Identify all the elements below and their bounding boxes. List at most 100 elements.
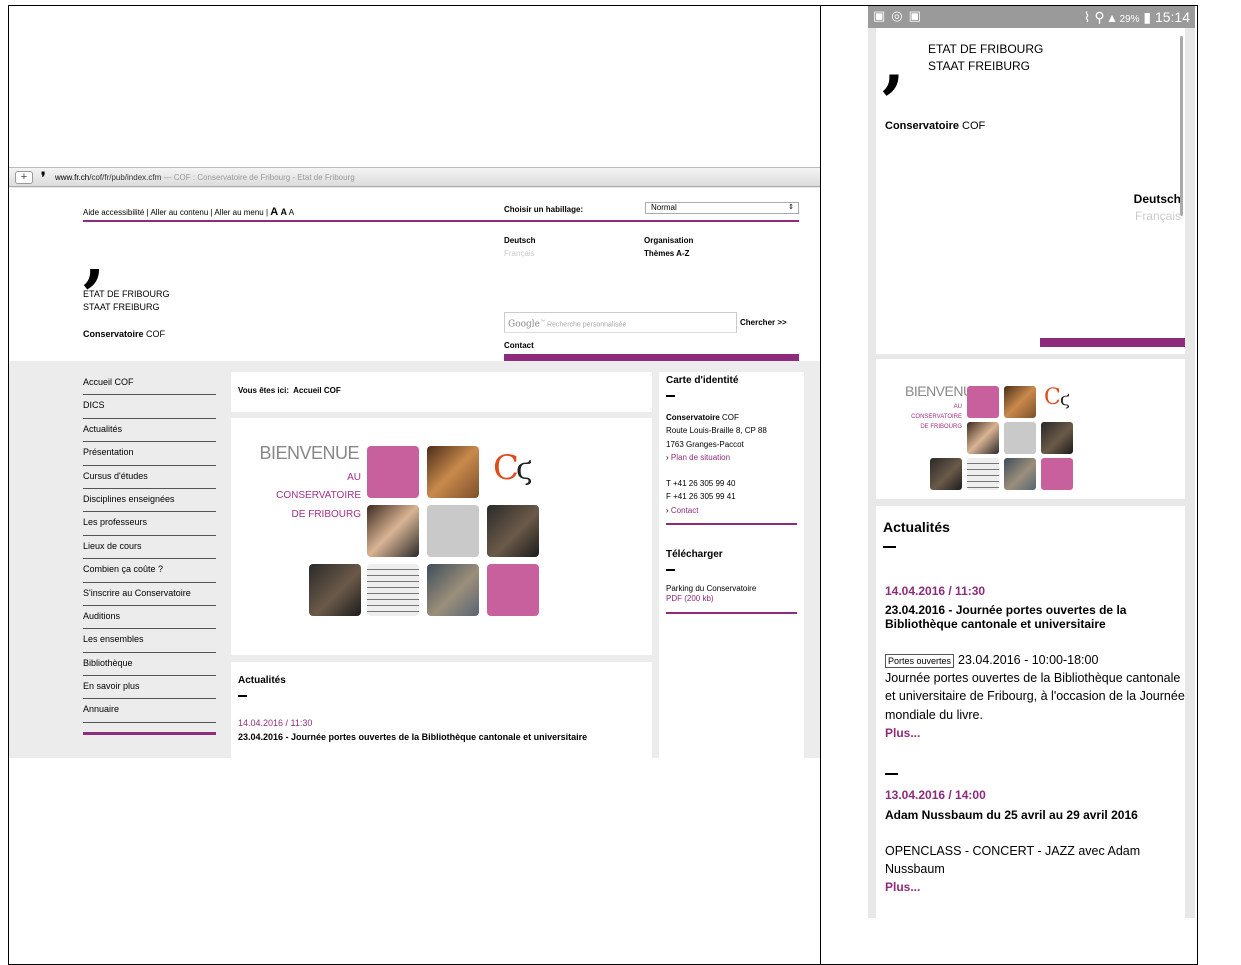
card-contact-link[interactable]: › Contact bbox=[666, 504, 767, 517]
news-tag[interactable]: Portes ouvertes bbox=[885, 654, 955, 668]
state-name-fr: ETAT DE FRIBOURG bbox=[928, 42, 1044, 56]
sidebar-item[interactable]: Les ensembles bbox=[83, 629, 216, 653]
mobile-header: , ETAT DE FRIBOURG STAAT FREIBURG Conserv… bbox=[876, 28, 1185, 354]
skin-select-value: Normal bbox=[651, 203, 677, 212]
link-themes[interactable]: Thèmes A-Z bbox=[644, 249, 690, 258]
site-name[interactable]: Conservatoire COF bbox=[885, 120, 985, 132]
link-organisation[interactable]: Organisation bbox=[644, 236, 693, 245]
tile-pink bbox=[487, 564, 539, 616]
site-name-suffix: COF bbox=[958, 120, 986, 132]
news-date: 14.04.2016 / 11:30 bbox=[238, 718, 313, 728]
clef-icon: ϛ bbox=[1060, 389, 1071, 410]
download-pdf-link[interactable]: PDF (200 kb) bbox=[666, 594, 756, 604]
state-name-de: STAAT FREIBURG bbox=[83, 302, 160, 312]
sidebar-nav: Accueil COF DICS Actualités Présentation Cur… bbox=[83, 372, 216, 735]
accessibility-links: Aide accessibilité | Aller au contenu | … bbox=[83, 206, 294, 218]
sidebar-item[interactable]: Cursus d'études bbox=[83, 466, 216, 489]
download-rule bbox=[666, 612, 797, 614]
sidebar-item[interactable]: En savoir plus bbox=[83, 676, 216, 700]
sidebar-item[interactable]: Lieux de cours bbox=[83, 536, 216, 560]
battery-level: 29% bbox=[1119, 14, 1140, 25]
sidebar-item[interactable]: Actualités bbox=[83, 419, 216, 443]
news-heading: Actualités bbox=[883, 519, 950, 535]
fribourg-logo-icon[interactable]: , bbox=[882, 29, 905, 95]
dash bbox=[238, 695, 247, 697]
header-accent-bar bbox=[504, 354, 799, 361]
search-button[interactable]: Chercher >> bbox=[740, 318, 787, 327]
skin-label: Choisir un habillage: bbox=[504, 205, 584, 214]
link-aide-accessibilite[interactable]: Aide accessibilité bbox=[83, 208, 144, 217]
breadcrumb-current: Accueil COF bbox=[293, 386, 341, 395]
scrollbar[interactable] bbox=[1180, 36, 1183, 216]
dash bbox=[666, 569, 675, 571]
plan-link-text: Plan de situation bbox=[670, 452, 731, 462]
sidebar-item[interactable]: Accueil COF bbox=[83, 372, 216, 396]
lang-francais: Français bbox=[504, 249, 535, 258]
card-address-line1: Route Louis-Braille 8, CP 88 bbox=[666, 426, 767, 436]
sidebar-item[interactable]: Bibliothèque bbox=[83, 653, 216, 677]
news-more-link[interactable]: Plus... bbox=[885, 880, 920, 894]
link-aller-contenu[interactable]: Aller au contenu bbox=[150, 208, 208, 217]
contact-link-text: Contact bbox=[670, 505, 699, 515]
news-title-link[interactable]: Adam Nussbaum du 25 avril au 29 avril 20… bbox=[885, 808, 1180, 822]
news-text: Journée portes ouvertes de la Bibliothèq… bbox=[885, 671, 1185, 722]
sidebar-item[interactable]: DICS bbox=[83, 395, 216, 419]
clef-icon: ϛ bbox=[516, 452, 533, 487]
site-name-bold: Conservatoire bbox=[885, 120, 959, 132]
select-arrows-icon: ⇕ bbox=[788, 204, 794, 211]
tile-pink bbox=[967, 386, 999, 418]
welcome-line-conservatoire: CONSERVATOIRE bbox=[276, 490, 361, 501]
address-bar[interactable]: + ❜ www.fr.ch/cof/fr/pub/index.cfm — COF… bbox=[9, 167, 820, 187]
news-title-link[interactable]: 23.04.2016 - Journée portes ouvertes de … bbox=[238, 732, 587, 742]
tile-sax-photo bbox=[1004, 458, 1036, 490]
news-body: Portes ouvertes 23.04.2016 - 10:00-18:00 J… bbox=[885, 651, 1185, 724]
news-more-link[interactable]: Plus... bbox=[885, 726, 920, 740]
sidebar-item[interactable]: Combien ça coûte ? bbox=[83, 559, 216, 583]
news-title-link[interactable]: 23.04.2016 - Journée portes ouvertes de … bbox=[885, 603, 1180, 631]
card-plan-link[interactable]: › Plan de situation bbox=[666, 451, 767, 464]
tile-score-photo bbox=[367, 564, 419, 616]
state-name: ETAT DE FRIBOURG STAAT FREIBURG bbox=[83, 288, 170, 314]
card-heading: Carte d'identité bbox=[666, 375, 739, 386]
google-brand: Google bbox=[508, 319, 540, 330]
tile-guitar-photo bbox=[427, 446, 479, 498]
news-lead: 23.04.2016 - 10:00-18:00 bbox=[958, 653, 1099, 667]
card-address-line2: 1763 Granges-Paccot bbox=[666, 439, 744, 449]
font-size-medium[interactable]: A bbox=[280, 207, 287, 217]
sidebar-item[interactable]: Annuaire bbox=[83, 699, 216, 723]
tile-violin-photo bbox=[487, 505, 539, 557]
search-input[interactable]: Google™ Recherche personnalisée bbox=[504, 312, 737, 333]
sidebar-item[interactable]: Présentation bbox=[83, 442, 216, 466]
mobile-screen: ▣◎▣ ⌇ ⚲ ▴ 29% ▮ 15:14 , ETAT DE FRIBOURG… bbox=[868, 6, 1195, 918]
welcome-banner: BIENVENUE AU CONSERVATOIRE DE FRIBOURG C… bbox=[876, 359, 1185, 499]
news-list: 14.04.2016 / 11:30 23.04.2016 - Journée … bbox=[876, 574, 1185, 918]
news-section: Actualités 14.04.2016 / 11:30 23.04.2016… bbox=[231, 662, 652, 758]
link-contact[interactable]: Contact bbox=[504, 341, 534, 350]
sidebar-item[interactable]: Auditions bbox=[83, 606, 216, 630]
desktop-browser: + ❜ www.fr.ch/cof/fr/pub/index.cfm — COF… bbox=[9, 167, 820, 758]
breadcrumb-label: Vous êtes ici: bbox=[238, 386, 289, 395]
font-size-small[interactable]: A bbox=[289, 208, 294, 217]
sidebar-item[interactable]: Les professeurs bbox=[83, 512, 216, 536]
skin-select[interactable]: Normal ⇕ bbox=[645, 202, 799, 214]
new-tab-button[interactable]: + bbox=[15, 171, 33, 184]
lang-deutsch[interactable]: Deutsch bbox=[1134, 192, 1181, 206]
url-text[interactable]: www.fr.ch/cof/fr/pub/index.cfm — COF : C… bbox=[55, 173, 355, 182]
card-name-bold: Conservatoire bbox=[666, 413, 720, 422]
header-rule bbox=[83, 220, 799, 222]
link-aller-menu[interactable]: Aller au menu bbox=[214, 208, 263, 217]
sidebar-item[interactable]: Disciplines enseignées bbox=[83, 489, 216, 513]
search-placeholder: Recherche personnalisée bbox=[546, 321, 627, 329]
sidebar-item[interactable]: S'inscrire au Conservatoire bbox=[83, 583, 216, 606]
welcome-line-conservatoire: CONSERVATOIRE bbox=[911, 414, 962, 420]
lang-deutsch[interactable]: Deutsch bbox=[504, 236, 536, 245]
tile-drum-photo bbox=[930, 458, 962, 490]
right-column: Carte d'identité Conservatoire COF Route… bbox=[659, 372, 804, 758]
tile-grey bbox=[1004, 422, 1036, 454]
header-accent-bar bbox=[1040, 338, 1185, 347]
news-date: 14.04.2016 / 11:30 bbox=[885, 584, 986, 598]
news-date: 13.04.2016 / 14:00 bbox=[885, 788, 986, 802]
fribourg-logo-icon[interactable]: , bbox=[83, 226, 105, 290]
font-size-large[interactable]: A bbox=[270, 206, 278, 218]
site-name[interactable]: Conservatoire COF bbox=[83, 329, 165, 339]
